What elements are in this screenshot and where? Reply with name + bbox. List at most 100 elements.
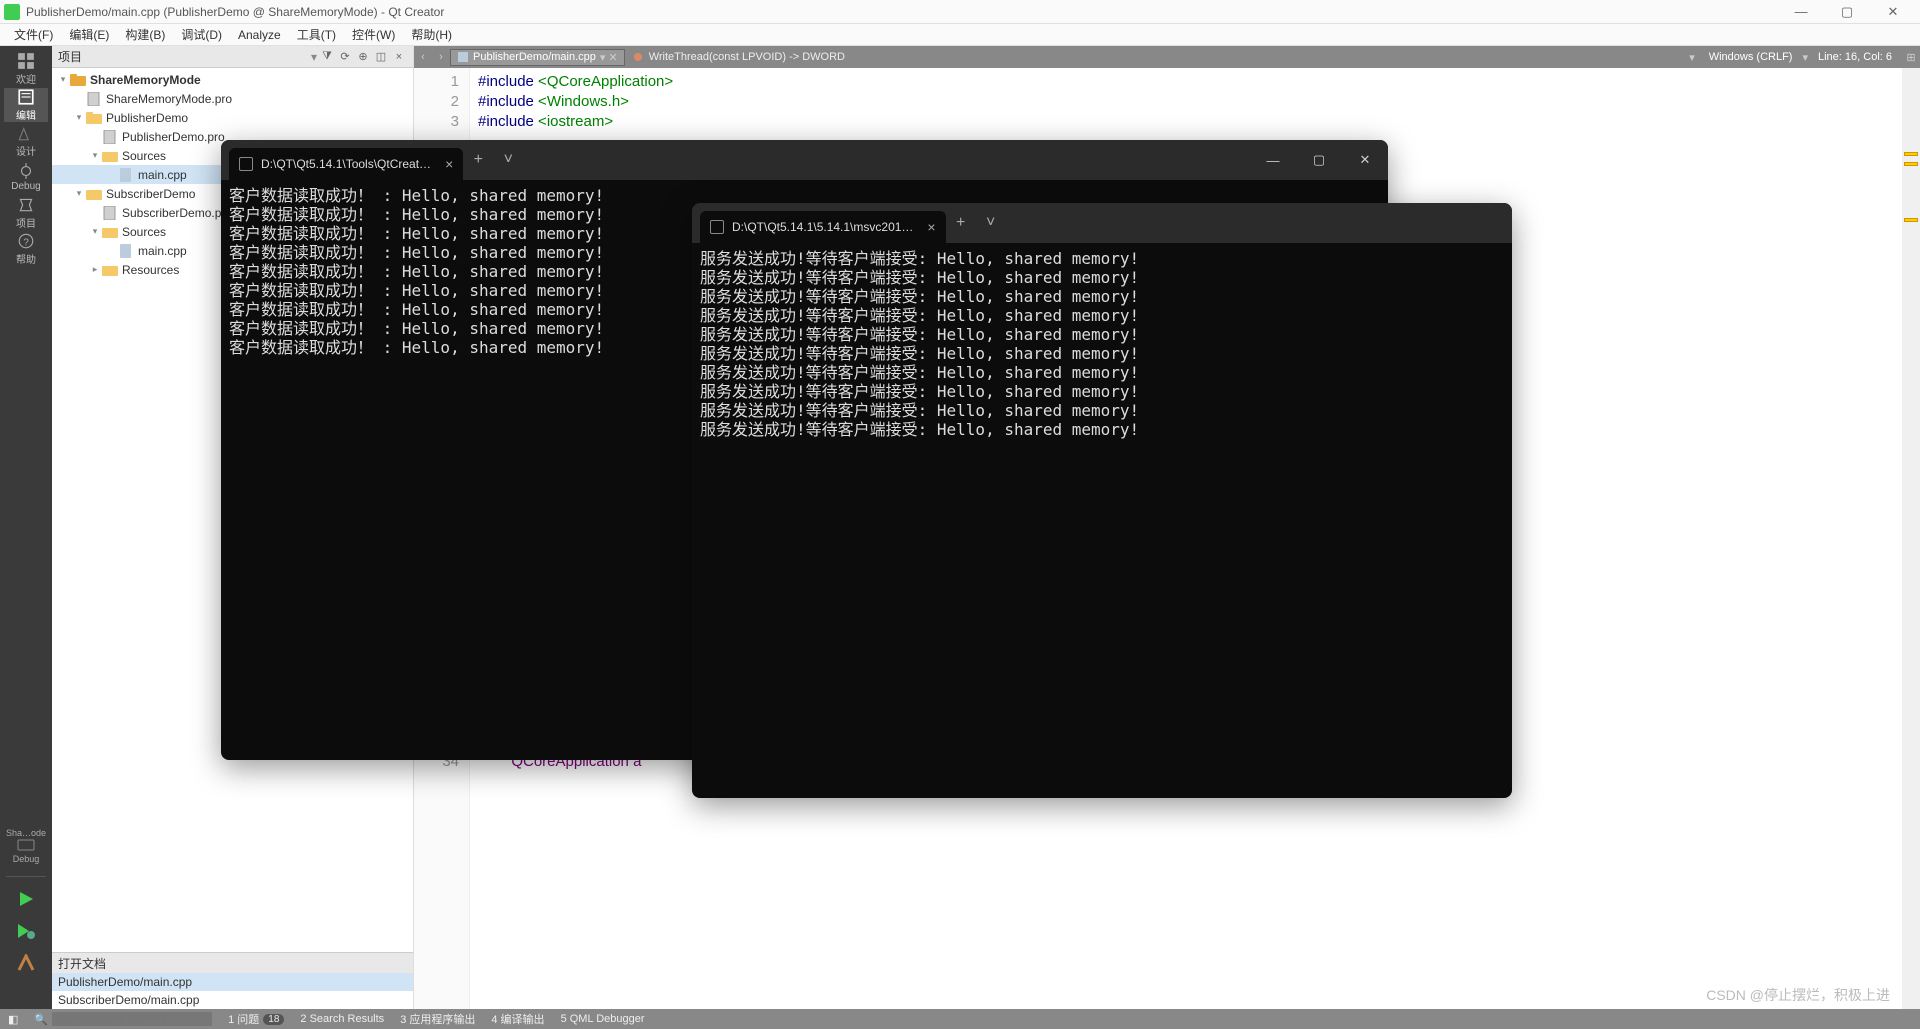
menu-analyze[interactable]: Analyze bbox=[230, 26, 289, 44]
terminal2-tab[interactable]: D:\QT\Qt5.14.1\5.14.1\msvc201… × bbox=[700, 211, 946, 243]
mode-design-label: 设计 bbox=[16, 143, 36, 158]
sync-icon[interactable]: ⟳ bbox=[337, 49, 353, 65]
svg-text:?: ? bbox=[23, 238, 29, 249]
output-issues-label: 1 问题 bbox=[228, 1011, 259, 1027]
open-doc-1-label: PublisherDemo/main.cpp bbox=[58, 975, 192, 989]
tree-sub-sources-label: Sources bbox=[122, 225, 166, 239]
tree-pub-sources-label: Sources bbox=[122, 149, 166, 163]
open-doc-2[interactable]: SubscriberDemo/main.cpp bbox=[52, 991, 413, 1009]
expand-icon[interactable]: ⊕ bbox=[355, 49, 371, 65]
mode-edit[interactable]: 编辑 bbox=[4, 88, 48, 122]
sidebar-toggle-icon[interactable]: ◧ bbox=[0, 1013, 26, 1026]
project-panel-header: 项目 ▾ ⧩ ⟳ ⊕ ◫ × bbox=[52, 46, 413, 68]
window-close-button[interactable]: ✕ bbox=[1870, 0, 1916, 24]
mode-sidebar: 欢迎 编辑 设计 Debug 项目 ? 帮助 Sha…ode Debug bbox=[0, 46, 52, 1009]
menu-help[interactable]: 帮助(H) bbox=[403, 24, 460, 45]
tree-root[interactable]: ▾ShareMemoryMode bbox=[52, 70, 413, 89]
menu-build[interactable]: 构建(B) bbox=[117, 24, 173, 45]
terminal1-header[interactable]: D:\QT\Qt5.14.1\Tools\QtCreat… × + ˅ — ▢ … bbox=[221, 140, 1388, 180]
nav-back-icon[interactable]: ‹ bbox=[414, 51, 432, 63]
code-l1b: <QCoreApplication> bbox=[534, 73, 673, 90]
editor-symbol-selector[interactable]: WriteThread(const LPVOID) -> DWORD bbox=[625, 51, 1686, 63]
tree-pubpro-label: PublisherDemo.pro bbox=[122, 130, 225, 144]
editor-file-bar: ‹ › PublisherDemo/main.cpp ▾ ✕ WriteThre… bbox=[414, 46, 1920, 68]
code-l2b: <Windows.h> bbox=[534, 93, 629, 110]
output-search[interactable]: 2 Search Results bbox=[292, 1013, 392, 1025]
mode-project-label: 项目 bbox=[16, 215, 36, 230]
menu-tools[interactable]: 工具(T) bbox=[289, 24, 344, 45]
terminal2-tab-dropdown[interactable]: ˅ bbox=[976, 214, 1006, 232]
nav-fwd-icon[interactable]: › bbox=[432, 51, 450, 63]
mode-debug[interactable]: Debug bbox=[4, 160, 48, 194]
open-doc-1[interactable]: PublisherDemo/main.cpp bbox=[52, 973, 413, 991]
terminal2-header[interactable]: D:\QT\Qt5.14.1\5.14.1\msvc201… × + ˅ bbox=[692, 203, 1512, 243]
filter-icon[interactable]: ⧩ bbox=[319, 49, 335, 65]
menu-widgets[interactable]: 控件(W) bbox=[344, 24, 403, 45]
scroll-mark-2 bbox=[1904, 162, 1918, 166]
terminal1-add-tab[interactable]: + bbox=[463, 151, 493, 169]
editor-cursor-pos: Line: 16, Col: 6 bbox=[1808, 51, 1902, 63]
locator[interactable]: 🔍 bbox=[26, 1012, 220, 1026]
mode-edit-label: 编辑 bbox=[16, 107, 36, 122]
locator-input[interactable] bbox=[52, 1012, 212, 1026]
kit-selector[interactable]: Sha…ode Debug bbox=[6, 828, 46, 864]
open-doc-2-label: SubscriberDemo/main.cpp bbox=[58, 993, 199, 1007]
mode-debug-label: Debug bbox=[11, 181, 40, 192]
output-app-label: 3 应用程序输出 bbox=[400, 1011, 475, 1027]
run-button[interactable] bbox=[14, 887, 38, 911]
output-qml[interactable]: 5 QML Debugger bbox=[553, 1013, 653, 1025]
terminal2-tab-title: D:\QT\Qt5.14.1\5.14.1\msvc201… bbox=[732, 220, 913, 234]
mode-help-label: 帮助 bbox=[16, 251, 36, 266]
menu-file[interactable]: 文件(F) bbox=[6, 24, 61, 45]
menu-debug[interactable]: 调试(D) bbox=[173, 24, 230, 45]
terminal-window-2: D:\QT\Qt5.14.1\5.14.1\msvc201… × + ˅ 服务发… bbox=[692, 203, 1512, 798]
terminal1-maximize[interactable]: ▢ bbox=[1296, 144, 1342, 176]
close-panel-icon[interactable]: × bbox=[391, 49, 407, 65]
terminal1-tab-title: D:\QT\Qt5.14.1\Tools\QtCreat… bbox=[261, 157, 431, 171]
open-documents-title: 打开文档 bbox=[58, 955, 106, 972]
mode-help[interactable]: ? 帮助 bbox=[4, 232, 48, 266]
output-issues[interactable]: 1 问题18 bbox=[220, 1011, 292, 1027]
tree-rootpro-label: ShareMemoryMode.pro bbox=[106, 92, 232, 106]
terminal2-tab-close[interactable]: × bbox=[927, 219, 935, 235]
output-compile[interactable]: 4 编译输出 bbox=[483, 1011, 552, 1027]
kit-name: Sha…ode bbox=[6, 828, 46, 838]
window-maximize-button[interactable]: ▢ bbox=[1824, 0, 1870, 24]
run-debug-button[interactable] bbox=[14, 919, 38, 943]
tree-resources-label: Resources bbox=[122, 263, 179, 277]
line-num-3: 3 bbox=[414, 112, 459, 132]
window-minimize-button[interactable]: — bbox=[1778, 0, 1824, 24]
build-button[interactable] bbox=[14, 951, 38, 975]
editor-file-selector[interactable]: PublisherDemo/main.cpp ▾ ✕ bbox=[450, 49, 625, 66]
code-l1a: #include bbox=[478, 73, 534, 90]
mode-welcome[interactable]: 欢迎 bbox=[4, 52, 48, 86]
tree-root-pro[interactable]: ShareMemoryMode.pro bbox=[52, 89, 413, 108]
output-app[interactable]: 3 应用程序输出 bbox=[392, 1011, 483, 1027]
editor-scrollbar[interactable] bbox=[1902, 68, 1920, 1009]
terminal-icon bbox=[710, 220, 724, 234]
editor-split-icon[interactable]: ⊞ bbox=[1902, 51, 1920, 64]
terminal2-output[interactable]: 服务发送成功!等待客户端接受: Hello, shared memory! 服务… bbox=[692, 243, 1512, 445]
terminal1-tab-dropdown[interactable]: ˅ bbox=[493, 151, 523, 169]
editor-symbol-label: WriteThread(const LPVOID) -> DWORD bbox=[649, 51, 845, 63]
split-icon[interactable]: ◫ bbox=[373, 49, 389, 65]
menu-edit[interactable]: 编辑(E) bbox=[61, 24, 117, 45]
output-qml-label: 5 QML Debugger bbox=[561, 1013, 645, 1025]
scroll-mark-3 bbox=[1904, 218, 1918, 222]
mode-design[interactable]: 设计 bbox=[4, 124, 48, 158]
terminal1-minimize[interactable]: — bbox=[1250, 144, 1296, 176]
tree-pub[interactable]: ▾PublisherDemo bbox=[52, 108, 413, 127]
editor-filename: PublisherDemo/main.cpp bbox=[473, 51, 596, 63]
output-search-label: 2 Search Results bbox=[300, 1013, 384, 1025]
tree-sub-main-label: main.cpp bbox=[138, 244, 187, 258]
mode-project[interactable]: 项目 bbox=[4, 196, 48, 230]
tree-sub-label: SubscriberDemo bbox=[106, 187, 195, 201]
terminal2-add-tab[interactable]: + bbox=[946, 214, 976, 232]
terminal1-tab-close[interactable]: × bbox=[445, 156, 453, 172]
window-title: PublisherDemo/main.cpp (PublisherDemo @ … bbox=[26, 5, 1778, 19]
line-num-1: 1 bbox=[414, 72, 459, 92]
terminal1-close[interactable]: ✕ bbox=[1342, 144, 1388, 176]
editor-encoding[interactable]: Windows (CRLF) bbox=[1699, 51, 1803, 63]
terminal1-tab[interactable]: D:\QT\Qt5.14.1\Tools\QtCreat… × bbox=[229, 148, 463, 180]
code-l3b: <iostream> bbox=[534, 113, 613, 130]
